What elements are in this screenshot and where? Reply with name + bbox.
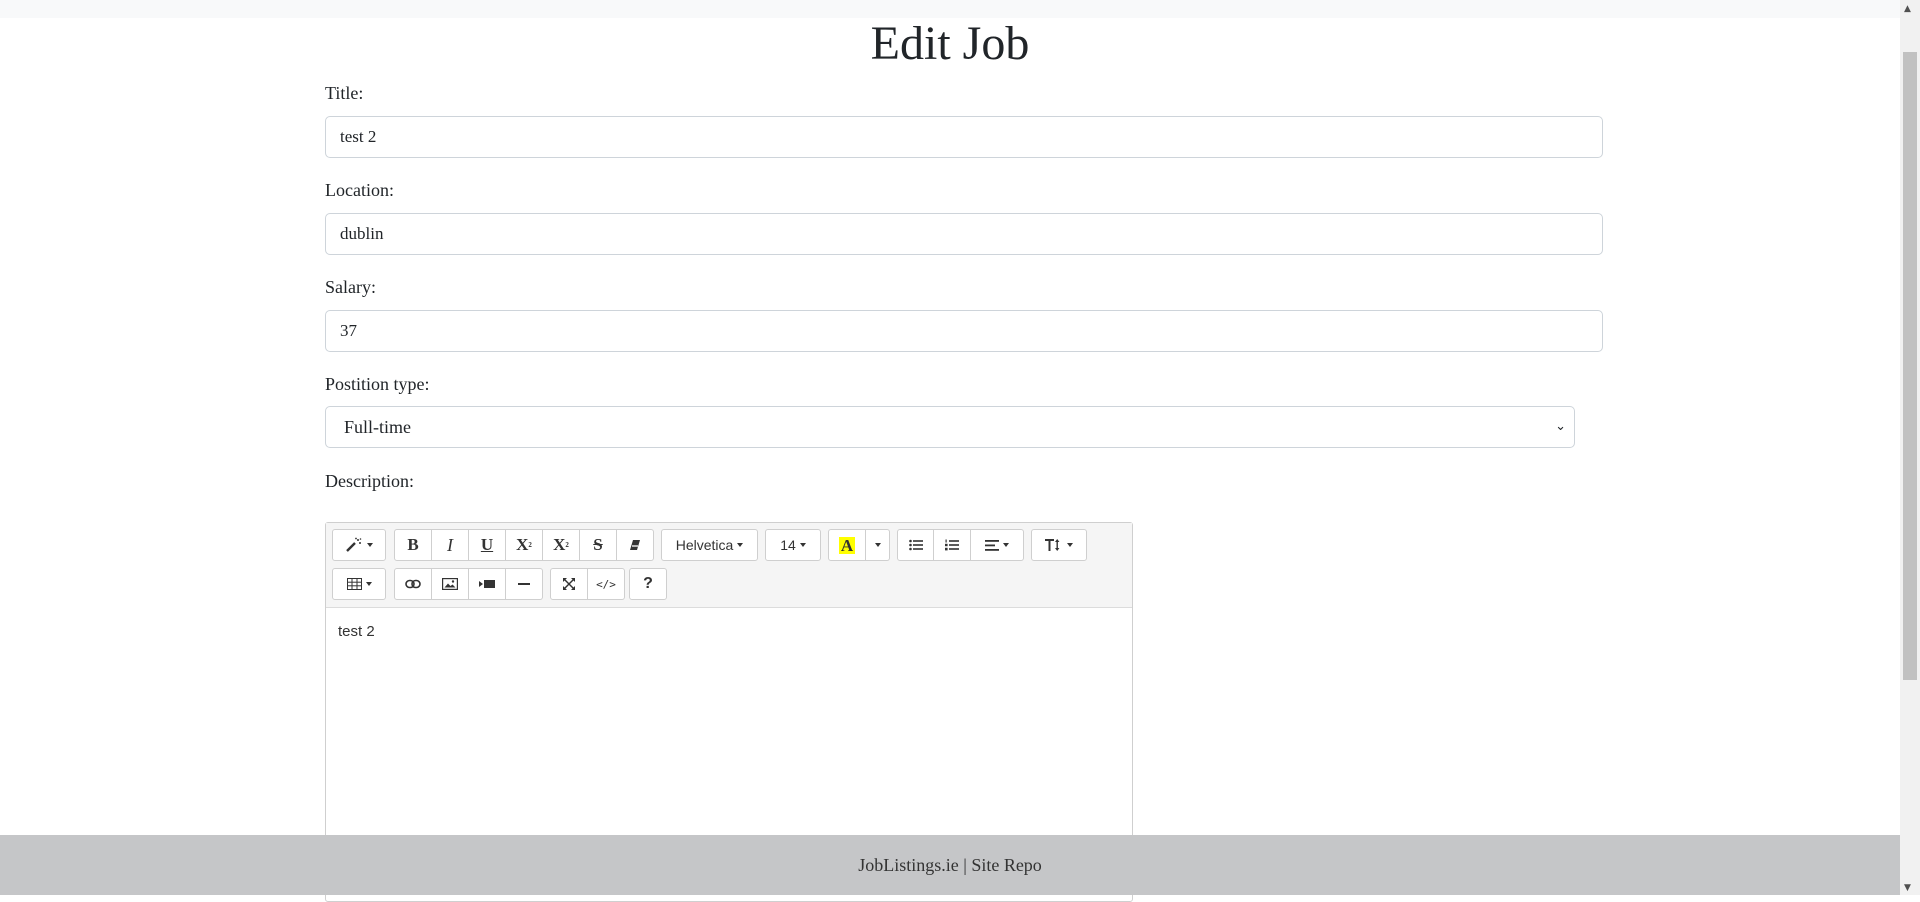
ordered-list-button[interactable] bbox=[934, 529, 971, 561]
insert-picture-button[interactable] bbox=[432, 568, 469, 600]
scroll-up-icon[interactable]: ▲ bbox=[1904, 4, 1911, 14]
subscript-button[interactable]: X2 bbox=[543, 529, 580, 561]
caret-icon bbox=[1003, 543, 1009, 547]
location-input[interactable] bbox=[325, 213, 1603, 255]
title-label: Title: bbox=[325, 83, 364, 103]
font-size-value: 14 bbox=[780, 537, 796, 553]
position-type-label: Postition type: bbox=[325, 374, 430, 394]
magic-wand-icon bbox=[346, 537, 362, 552]
site-repo-link[interactable]: Site Repo bbox=[971, 855, 1042, 875]
caret-icon bbox=[365, 582, 372, 586]
numbered-list-icon bbox=[945, 539, 959, 551]
style-dropdown-button[interactable] bbox=[332, 529, 386, 561]
clear-format-button[interactable] bbox=[617, 529, 654, 561]
text-color-letter: A bbox=[838, 535, 856, 555]
position-type-value: Full-time bbox=[344, 417, 411, 437]
caret-icon bbox=[874, 543, 881, 547]
position-type-select[interactable]: Full-time ⌄ bbox=[325, 406, 1575, 448]
font-size-dropdown[interactable]: 14 bbox=[765, 529, 821, 561]
caret-icon bbox=[367, 543, 373, 547]
eraser-icon bbox=[630, 540, 640, 550]
video-icon bbox=[479, 580, 495, 588]
caret-icon bbox=[1067, 543, 1073, 547]
horizontal-rule-button[interactable] bbox=[506, 568, 543, 600]
code-view-button[interactable]: </> bbox=[588, 568, 625, 600]
salary-input[interactable] bbox=[325, 310, 1603, 352]
unordered-list-button[interactable] bbox=[897, 529, 934, 561]
site-link[interactable]: JobListings.ie bbox=[858, 855, 959, 875]
paragraph-align-dropdown[interactable] bbox=[971, 529, 1024, 561]
insert-link-button[interactable] bbox=[394, 568, 432, 600]
footer-separator: | bbox=[963, 855, 967, 875]
scroll-down-icon[interactable]: ▼ bbox=[1904, 883, 1911, 893]
description-label: Description: bbox=[325, 471, 414, 491]
caret-icon bbox=[799, 543, 806, 547]
minus-icon bbox=[518, 583, 530, 585]
page-title: Edit Job bbox=[870, 17, 1030, 70]
location-label: Location: bbox=[325, 180, 394, 200]
text-color-button[interactable]: A bbox=[828, 529, 866, 561]
font-family-value: Helvetica bbox=[675, 537, 734, 553]
scrollbar-thumb[interactable] bbox=[1903, 52, 1917, 680]
bullet-list-icon bbox=[908, 539, 923, 551]
editor-content[interactable]: test 2 bbox=[338, 623, 375, 640]
editor-toolbar: B I U X2 X2 S Helvetica 14 A </> ? bbox=[326, 523, 1132, 608]
line-height-dropdown[interactable] bbox=[1031, 529, 1087, 561]
table-icon bbox=[346, 578, 362, 590]
caret-icon bbox=[737, 543, 744, 547]
title-input[interactable] bbox=[325, 116, 1603, 158]
link-icon bbox=[405, 579, 421, 589]
sub-mark: 2 bbox=[565, 541, 569, 549]
subscript-glyph: X bbox=[553, 535, 566, 554]
underline-button[interactable]: U bbox=[469, 529, 506, 561]
superscript-glyph: X bbox=[516, 535, 529, 554]
help-button[interactable]: ? bbox=[629, 568, 667, 600]
expand-icon bbox=[563, 578, 575, 590]
code-icon: </> bbox=[596, 577, 616, 591]
text-height-icon bbox=[1045, 539, 1060, 551]
superscript-button[interactable]: X2 bbox=[506, 529, 543, 561]
picture-icon bbox=[442, 578, 458, 590]
align-left-icon bbox=[985, 539, 999, 551]
chevron-down-icon: ⌄ bbox=[1555, 419, 1566, 434]
strikethrough-button[interactable]: S bbox=[580, 529, 617, 561]
font-family-dropdown[interactable]: Helvetica bbox=[661, 529, 758, 561]
italic-button[interactable]: I bbox=[432, 529, 469, 561]
fullscreen-button[interactable] bbox=[550, 568, 588, 600]
bold-button[interactable]: B bbox=[394, 529, 432, 561]
sup-mark: 2 bbox=[528, 541, 532, 549]
text-color-dropdown[interactable] bbox=[866, 529, 890, 561]
page-footer: JobListings.ie | Site Repo bbox=[0, 835, 1900, 895]
vertical-scrollbar[interactable]: ▲ ▼ bbox=[1900, 0, 1920, 895]
insert-video-button[interactable] bbox=[469, 568, 506, 600]
salary-label: Salary: bbox=[325, 277, 376, 297]
table-dropdown-button[interactable] bbox=[332, 568, 386, 600]
